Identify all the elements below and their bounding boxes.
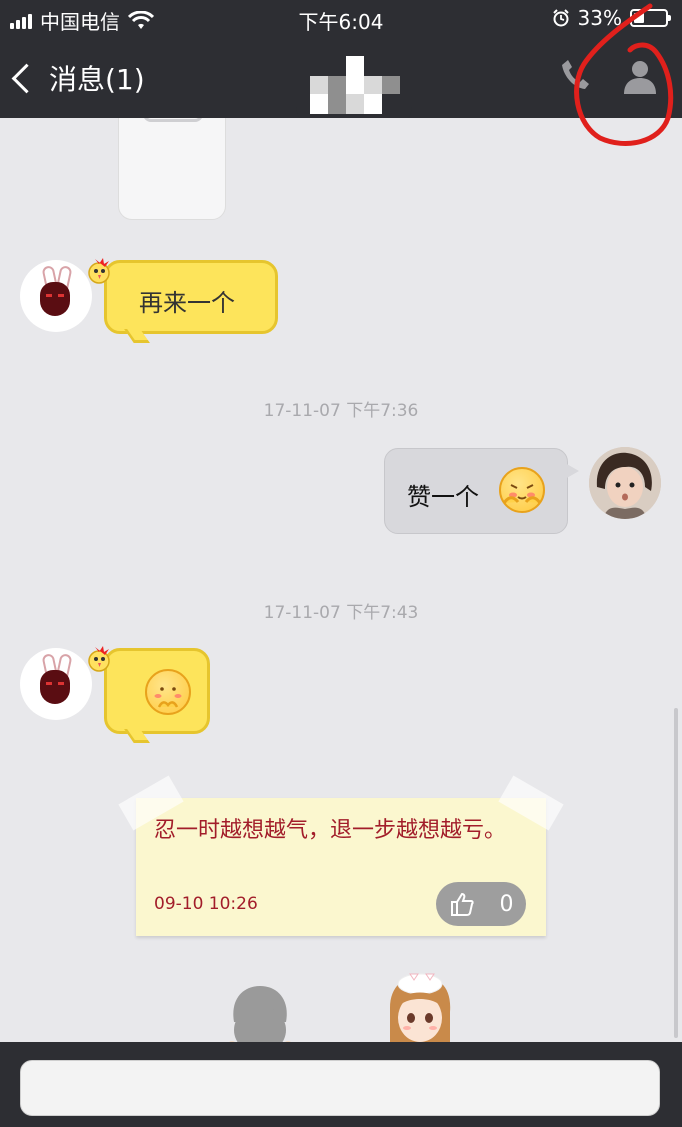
message-input[interactable] [20, 1060, 660, 1116]
chick-sticker-icon [88, 646, 110, 672]
contact-name-pixelated [296, 48, 412, 128]
contact-avatar[interactable] [20, 648, 92, 720]
girl-figure-icon [390, 973, 451, 1042]
boy-figure-icon [229, 986, 291, 1042]
scrollbar[interactable] [674, 708, 678, 1038]
sticky-note-card[interactable]: 忍一时越想越气，退一步越想越亏。 09-10 10:26 0 [118, 775, 564, 936]
back-button[interactable]: 消息(1) [10, 58, 145, 98]
chat-area[interactable]: 再来一个 17-11-07 下午7:36 赞一个 17-11-07 下午7:43 [0, 118, 682, 1042]
phone-icon[interactable] [560, 58, 590, 92]
top-bar: 中国电信 下午6:04 33% 消息(1) [0, 0, 682, 128]
like-count: 0 [499, 891, 514, 917]
note-date: 09-10 10:26 [154, 894, 258, 914]
input-bar [0, 1042, 682, 1127]
outgoing-message-bubble[interactable]: 赞一个 [384, 448, 579, 534]
profile-icon[interactable] [620, 56, 660, 96]
battery-percent: 33% [577, 6, 622, 30]
message-timestamp: 17-11-07 下午7:43 [263, 603, 419, 623]
shy-emoji-icon [499, 467, 545, 513]
nav-bar: 消息(1) [0, 40, 682, 128]
my-avatar[interactable] [589, 447, 661, 519]
shy-emoji-icon [145, 669, 191, 715]
battery-icon [630, 9, 671, 27]
like-button[interactable]: 0 [436, 882, 526, 926]
note-text: 忍一时越想越气，退一步越想越亏。 [154, 818, 507, 843]
message-text: 再来一个 [139, 289, 235, 317]
message-text: 赞一个 [407, 483, 479, 511]
incoming-emoji-bubble[interactable] [88, 646, 210, 743]
message-timestamp: 17-11-07 下午7:36 [263, 401, 419, 421]
back-chevron-icon [11, 63, 42, 93]
alarm-icon [552, 9, 569, 27]
chick-sticker-icon [88, 258, 110, 284]
status-bar: 中国电信 下午6:04 33% [0, 0, 682, 36]
previous-message-bubble [118, 118, 226, 220]
back-label: 消息(1) [49, 63, 145, 96]
thumbs-up-icon [450, 892, 474, 916]
contact-avatar[interactable] [20, 260, 92, 332]
chat-background-figures [0, 968, 682, 1042]
incoming-message-bubble[interactable]: 再来一个 [88, 258, 278, 343]
status-right: 33% [552, 6, 671, 30]
